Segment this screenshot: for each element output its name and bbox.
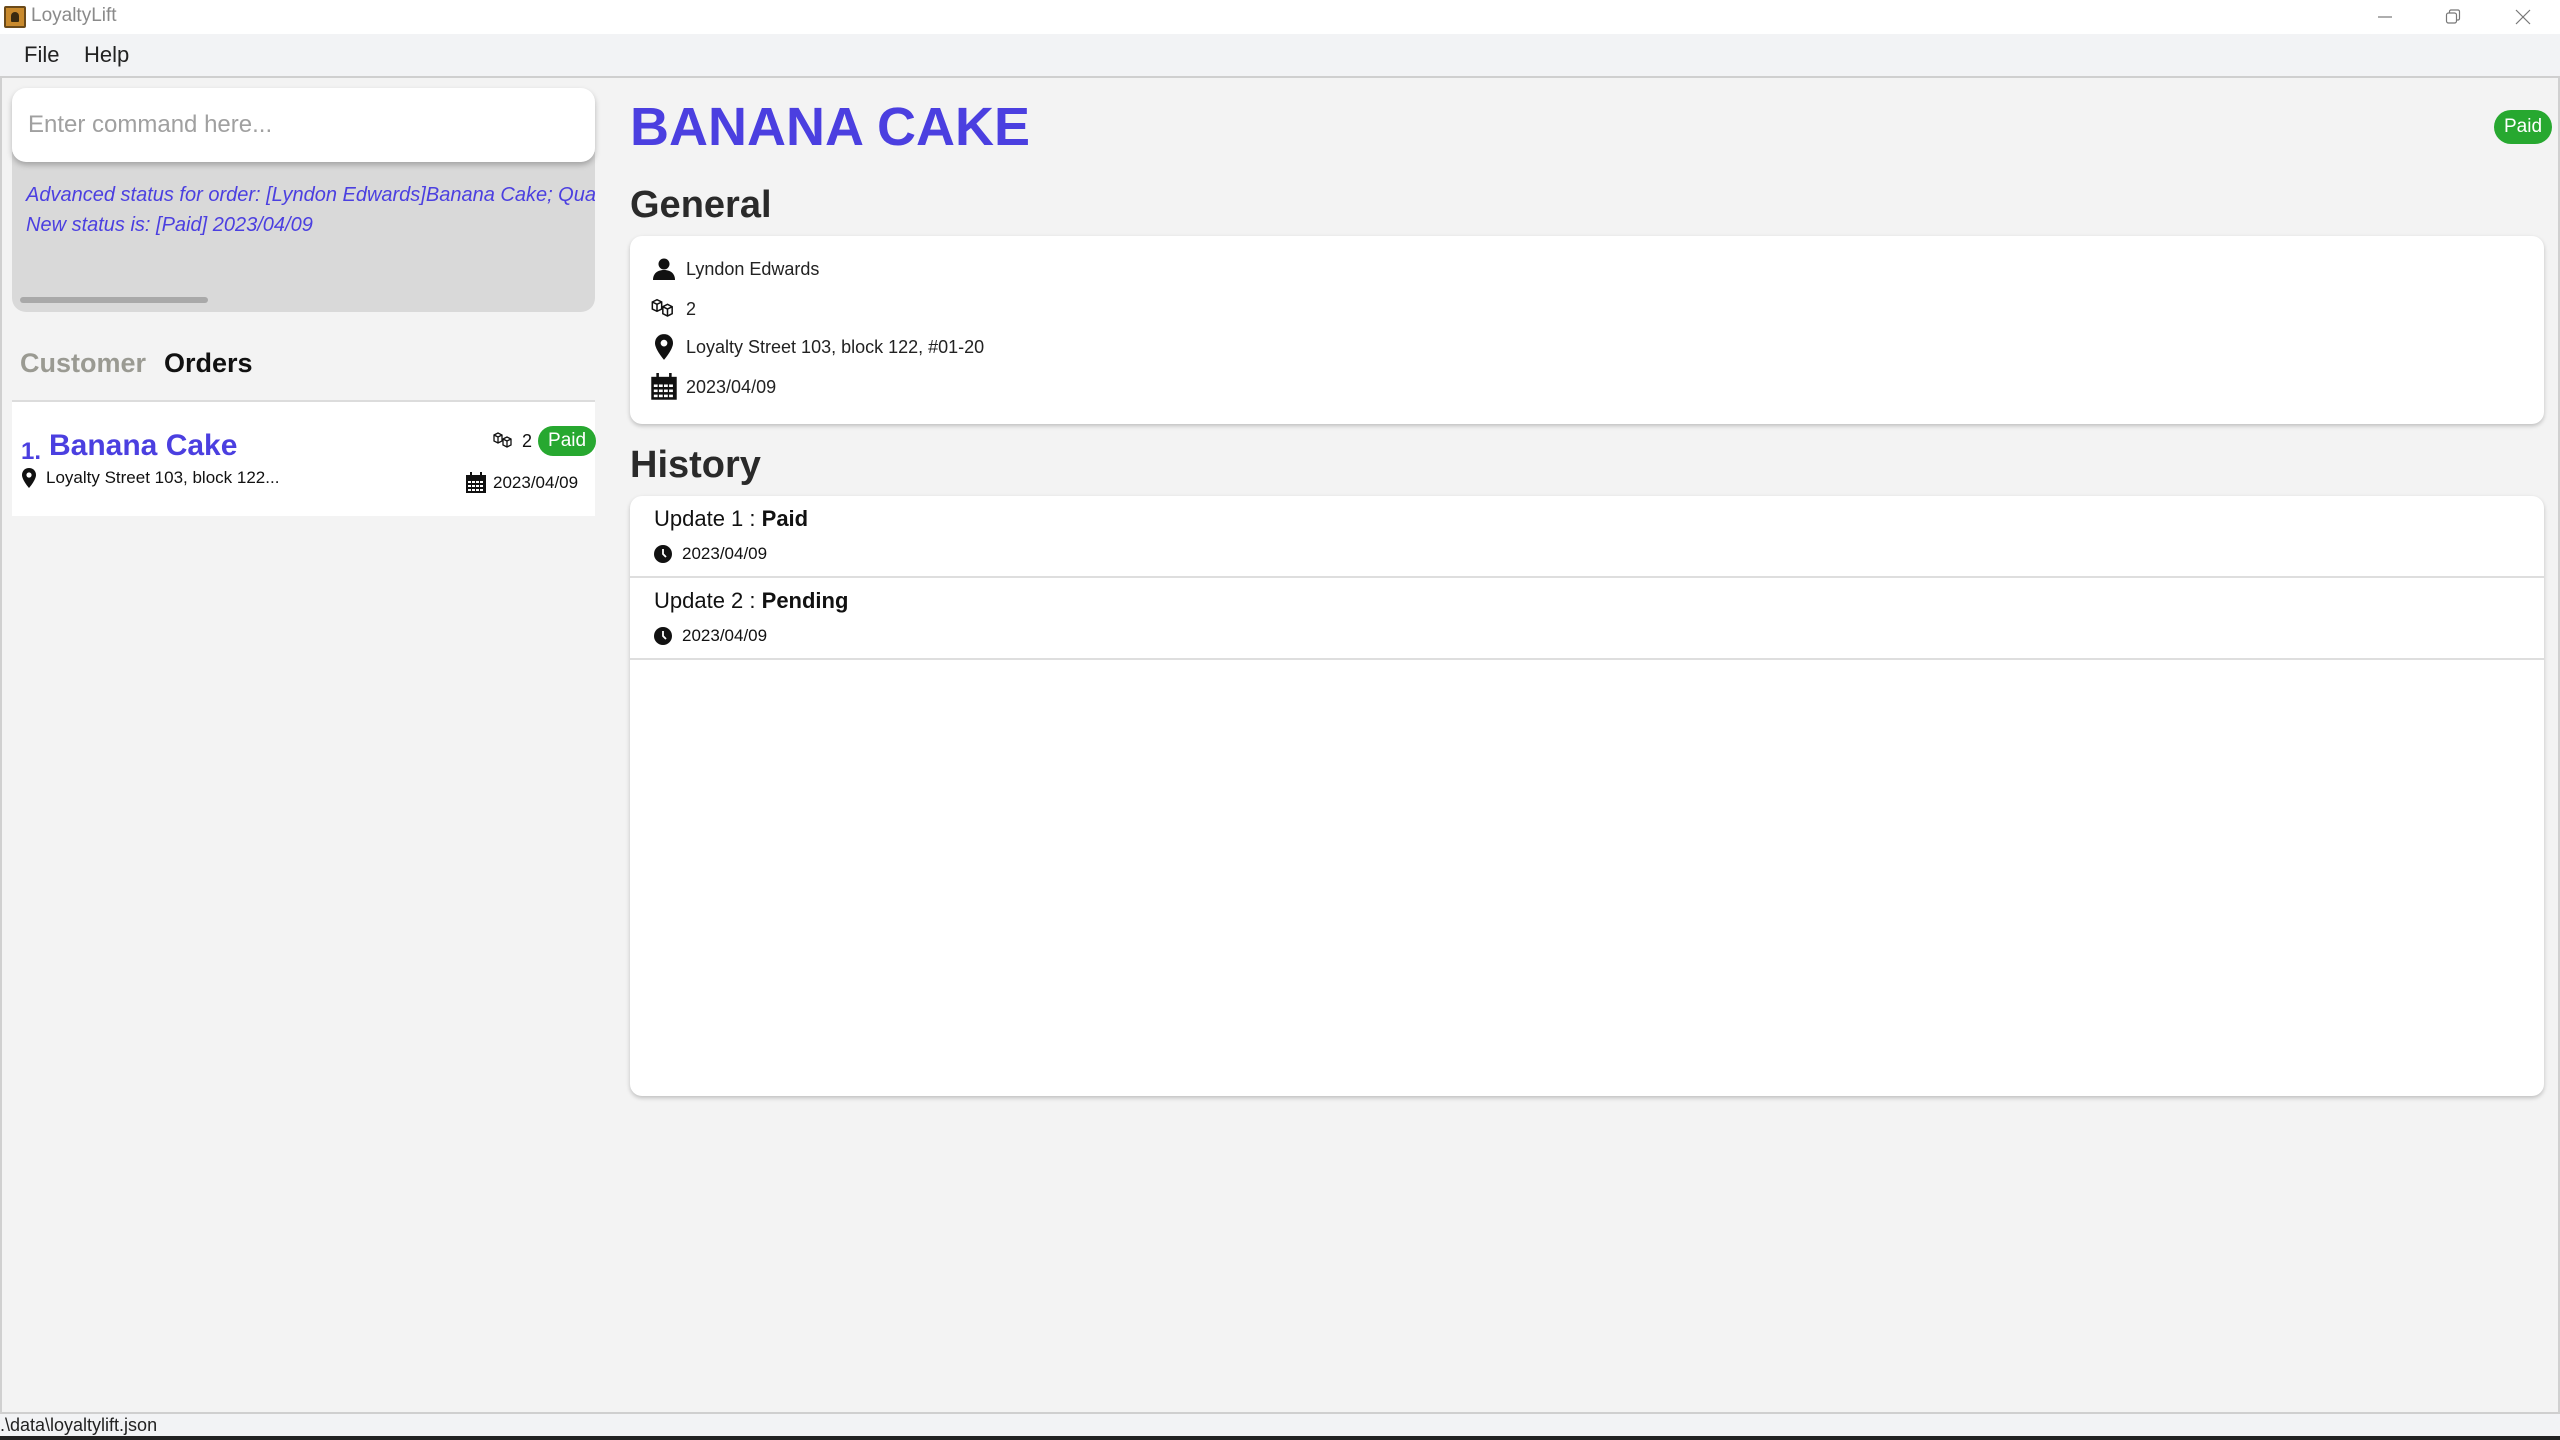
menu-help[interactable]: Help (84, 42, 129, 68)
clock-icon (654, 545, 672, 563)
command-result-text: Advanced status for order: [Lyndon Edwar… (26, 180, 595, 240)
quantity-value: 2 (686, 298, 697, 319)
window-title: LoyaltyLift (31, 5, 117, 26)
customer-row: Lyndon Edwards (650, 258, 819, 280)
command-box (12, 88, 595, 162)
boxes-icon (651, 298, 673, 317)
order-quantity-value: 2 (522, 430, 533, 451)
date-row: 2023/04/09 (650, 372, 776, 402)
history-item-prefix: Update 1 : (654, 506, 762, 531)
history-item-status: Pending (761, 588, 849, 613)
command-result-box: Advanced status for order: [Lyndon Edwar… (12, 152, 595, 312)
menu-bar: File Help (0, 34, 2560, 78)
history-item-time: 2023/04/09 (654, 544, 767, 564)
address-row: Loyalty Street 103, block 122, #01-20 (650, 334, 984, 360)
restore-icon (2445, 9, 2461, 24)
result-line-1: Advanced status for order: [Lyndon Edwar… (26, 184, 595, 206)
address-text: Loyalty Street 103, block 122, #01-20 (686, 336, 985, 357)
general-card: Lyndon Edwards 2 Loyalty Street 103, blo… (630, 236, 2544, 424)
clock-icon (654, 627, 672, 645)
map-pin-icon (655, 334, 673, 360)
calendar-icon (651, 373, 677, 400)
history-item[interactable]: Update 1 : Paid 2023/04/09 (630, 496, 2544, 578)
order-date: 2023/04/09 (465, 472, 578, 494)
history-item-status: Paid (761, 506, 809, 531)
quantity-row: 2 (650, 296, 696, 322)
window-bottom-edge (0, 1436, 2560, 1440)
title-bar: LoyaltyLift (0, 0, 2560, 34)
order-status-badge: Paid (538, 426, 597, 456)
general-heading: General (630, 184, 772, 226)
order-detail-title: BANANA CAKE (630, 97, 1030, 157)
order-index: 1. (21, 438, 42, 465)
status-bar: .\data\loyaltylift.json (0, 1412, 2560, 1436)
order-detail-status-badge: Paid (2494, 110, 2553, 144)
order-address-text: Loyalty Street 103, block 122... (46, 468, 280, 487)
data-file-path: .\data\loyaltylift.json (0, 1415, 158, 1435)
history-item-title: Update 1 : Paid (654, 506, 808, 532)
tab-customer[interactable]: Customer (20, 348, 146, 388)
history-item-title: Update 2 : Pending (654, 588, 848, 614)
history-item-date: 2023/04/09 (682, 626, 768, 645)
order-date-text: 2023/04/09 (493, 473, 579, 492)
minimize-icon (2378, 16, 2392, 18)
command-input[interactable] (28, 88, 583, 162)
close-icon (2515, 9, 2531, 25)
history-item-date: 2023/04/09 (682, 544, 768, 563)
result-line-2: New status is: [Paid] 2023/04/09 (26, 214, 313, 236)
history-item[interactable]: Update 2 : Pending 2023/04/09 (630, 578, 2544, 660)
history-list: Update 1 : Paid 2023/04/09 Update 2 : Pe… (630, 496, 2544, 1096)
order-list-item[interactable]: 1. Banana Cake 2 Paid Loyalty Street 103… (12, 402, 597, 516)
date-text: 2023/04/09 (686, 376, 777, 397)
customer-name: Lyndon Edwards (686, 258, 820, 279)
restore-button[interactable] (2418, 0, 2488, 34)
history-heading: History (630, 444, 761, 486)
person-icon (653, 258, 675, 280)
order-quantity: 2 Paid (492, 426, 597, 456)
minimize-button[interactable] (2350, 0, 2420, 34)
map-pin-icon (22, 468, 36, 488)
app-logo-icon (4, 6, 26, 28)
order-address: Loyalty Street 103, block 122... (22, 468, 279, 488)
history-item-prefix: Update 2 : (654, 588, 762, 613)
main-content: Advanced status for order: [Lyndon Edwar… (0, 78, 2560, 1412)
result-horizontal-scrollbar[interactable] (20, 297, 208, 303)
list-tabs: Customer Orders (20, 348, 253, 388)
order-name: Banana Cake (49, 429, 238, 462)
menu-file[interactable]: File (24, 42, 59, 68)
boxes-icon (493, 432, 512, 448)
close-button[interactable] (2488, 0, 2558, 34)
tab-orders[interactable]: Orders (164, 348, 253, 388)
calendar-icon (466, 472, 486, 493)
history-item-time: 2023/04/09 (654, 626, 767, 646)
